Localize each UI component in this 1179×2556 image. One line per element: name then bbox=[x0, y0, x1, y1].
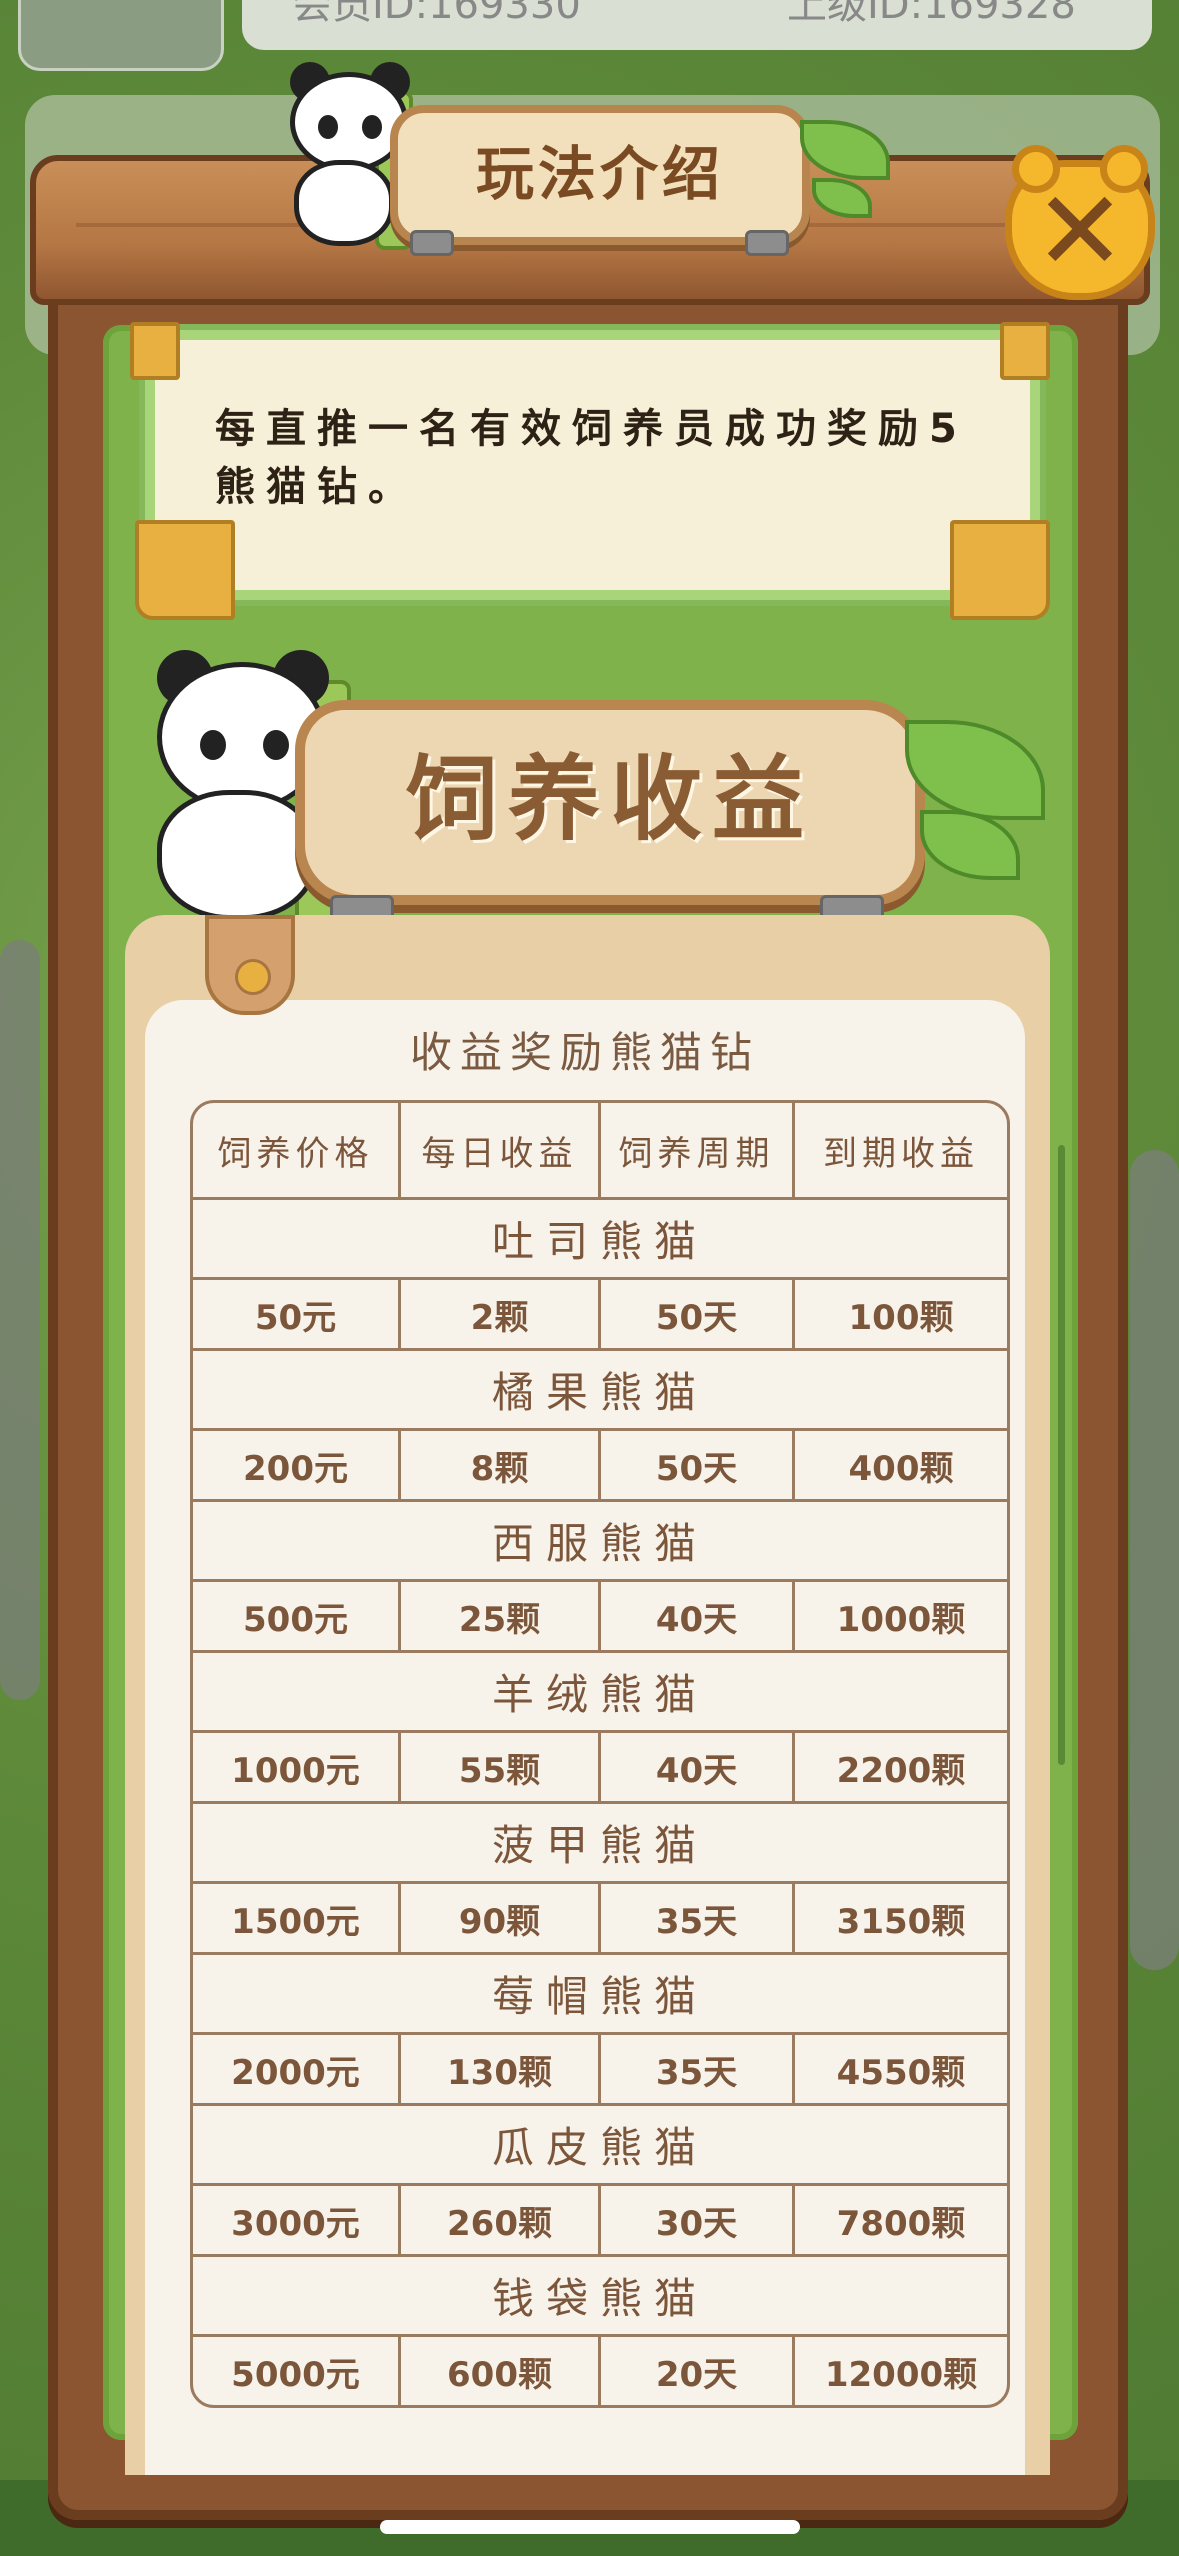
modal-title-sign: 玩法介绍 bbox=[390, 105, 810, 245]
cycle-cell: 50天 bbox=[601, 1280, 795, 1351]
daily-income-cell: 55颗 bbox=[401, 1733, 601, 1804]
panda-type-name: 西服熊猫 bbox=[193, 1502, 1007, 1582]
sign-bolt bbox=[410, 230, 454, 256]
panda-eye bbox=[362, 115, 382, 139]
table-row: 橘果熊猫 bbox=[193, 1351, 1007, 1431]
table-header-row: 饲养价格 每日收益 饲养周期 到期收益 bbox=[193, 1103, 1007, 1200]
paw-corner-icon bbox=[135, 520, 235, 620]
table-row: 5000元 600颗 20天 12000颗 bbox=[193, 2337, 1007, 2405]
header-cycle: 饲养周期 bbox=[601, 1103, 795, 1200]
table-row: 莓帽熊猫 bbox=[193, 1955, 1007, 2035]
maturity-income-cell: 100颗 bbox=[795, 1280, 1007, 1351]
maturity-income-cell: 2200颗 bbox=[795, 1733, 1007, 1804]
background-avatar[interactable] bbox=[18, 0, 224, 71]
daily-income-cell: 260颗 bbox=[401, 2186, 601, 2257]
table-row: 50元 2颗 50天 100颗 bbox=[193, 1280, 1007, 1351]
info-box-corner bbox=[1000, 322, 1050, 380]
cycle-cell: 50天 bbox=[601, 1431, 795, 1502]
panda-type-name: 瓜皮熊猫 bbox=[193, 2106, 1007, 2186]
card-title: 收益奖励熊猫钻 bbox=[409, 1028, 760, 1077]
daily-income-cell: 25颗 bbox=[401, 1582, 601, 1653]
price-cell: 1000元 bbox=[193, 1733, 401, 1804]
home-indicator[interactable] bbox=[380, 2520, 800, 2534]
price-cell: 50元 bbox=[193, 1280, 401, 1351]
sign-bolt bbox=[745, 230, 789, 256]
card-tab-button-icon bbox=[235, 959, 271, 995]
panda-type-name: 莓帽熊猫 bbox=[193, 1955, 1007, 2035]
panda-type-name: 钱袋熊猫 bbox=[193, 2257, 1007, 2337]
table-row: 1500元 90颗 35天 3150颗 bbox=[193, 1884, 1007, 1955]
price-cell: 500元 bbox=[193, 1582, 401, 1653]
daily-income-cell: 2颗 bbox=[401, 1280, 601, 1351]
maturity-income-cell: 4550颗 bbox=[795, 2035, 1007, 2106]
table-row: 200元 8颗 50天 400颗 bbox=[193, 1431, 1007, 1502]
scrollbar[interactable] bbox=[1058, 1145, 1065, 1765]
card-tab bbox=[205, 915, 295, 1015]
panda-type-name: 吐司熊猫 bbox=[193, 1200, 1007, 1280]
header-price: 饲养价格 bbox=[193, 1103, 401, 1200]
parent-id-label: 上级ID:169328 bbox=[787, 0, 1076, 28]
cycle-cell: 30天 bbox=[601, 2186, 795, 2257]
price-cell: 5000元 bbox=[193, 2337, 401, 2405]
table-row: 菠甲熊猫 bbox=[193, 1804, 1007, 1884]
maturity-income-cell: 3150颗 bbox=[795, 1884, 1007, 1955]
panda-type-name: 橘果熊猫 bbox=[193, 1351, 1007, 1431]
background-side-buttons bbox=[0, 940, 40, 1700]
background-side-buttons-right bbox=[1130, 1150, 1179, 1970]
maturity-income-cell: 1000颗 bbox=[795, 1582, 1007, 1653]
panda-body bbox=[157, 790, 317, 920]
table-row: 3000元 260颗 30天 7800颗 bbox=[193, 2186, 1007, 2257]
panda-body bbox=[294, 160, 394, 246]
cycle-cell: 40天 bbox=[601, 1582, 795, 1653]
panda-eye bbox=[263, 730, 289, 760]
section-title: 饲养收益 bbox=[405, 746, 814, 853]
info-box-corner bbox=[130, 322, 180, 380]
panda-eye bbox=[318, 115, 338, 139]
rewards-table: 饲养价格 每日收益 饲养周期 到期收益 吐司熊猫 50元 2颗 50天 100颗 橘果熊猫… bbox=[190, 1100, 1010, 2408]
table-row: 2000元 130颗 35天 4550颗 bbox=[193, 2035, 1007, 2106]
info-text: 每直推一名有效饲养员成功奖励5熊猫钻。 bbox=[215, 406, 968, 510]
close-button[interactable]: ✕ bbox=[1005, 145, 1155, 300]
cycle-cell: 40天 bbox=[601, 1733, 795, 1804]
maturity-income-cell: 12000颗 bbox=[824, 2354, 978, 2395]
price-cell: 3000元 bbox=[193, 2186, 401, 2257]
table-row: 吐司熊猫 bbox=[193, 1200, 1007, 1280]
cycle-cell: 35天 bbox=[601, 1884, 795, 1955]
panda-type-name: 羊绒熊猫 bbox=[193, 1653, 1007, 1733]
table-row: 1000元 55颗 40天 2200颗 bbox=[193, 1733, 1007, 1804]
paw-corner-icon bbox=[950, 520, 1050, 620]
modal-title: 玩法介绍 bbox=[475, 140, 724, 208]
table-row: 瓜皮熊猫 bbox=[193, 2106, 1007, 2186]
daily-income-cell: 130颗 bbox=[401, 2035, 601, 2106]
table-row: 500元 25颗 40天 1000颗 bbox=[193, 1582, 1007, 1653]
price-cell: 200元 bbox=[193, 1431, 401, 1502]
section-title-sign: 饲养收益 bbox=[295, 700, 925, 905]
daily-income-cell: 8颗 bbox=[401, 1431, 601, 1502]
cycle-cell: 35天 bbox=[601, 2035, 795, 2106]
cycle-cell: 20天 bbox=[601, 2337, 795, 2405]
price-cell: 1500元 bbox=[193, 1884, 401, 1955]
close-x-icon: ✕ bbox=[1033, 167, 1127, 295]
member-id-label: 会员ID:169330 bbox=[292, 0, 581, 28]
background-id-bar: 会员ID:169330 上级ID:169328 bbox=[242, 0, 1152, 50]
daily-income-cell: 90颗 bbox=[401, 1884, 601, 1955]
maturity-income-cell: 7800颗 bbox=[795, 2186, 1007, 2257]
header-daily-income: 每日收益 bbox=[401, 1103, 601, 1200]
price-cell: 2000元 bbox=[193, 2035, 401, 2106]
table-row: 钱袋熊猫 bbox=[193, 2257, 1007, 2337]
table-row: 西服熊猫 bbox=[193, 1502, 1007, 1582]
daily-income-cell: 600颗 bbox=[401, 2337, 601, 2405]
panda-eye bbox=[200, 730, 226, 760]
info-box: 每直推一名有效饲养员成功奖励5熊猫钻。 bbox=[145, 330, 1040, 600]
table-row: 羊绒熊猫 bbox=[193, 1653, 1007, 1733]
maturity-income-cell: 400颗 bbox=[795, 1431, 1007, 1502]
header-maturity-income: 到期收益 bbox=[795, 1103, 1007, 1200]
panda-type-name: 菠甲熊猫 bbox=[193, 1804, 1007, 1884]
